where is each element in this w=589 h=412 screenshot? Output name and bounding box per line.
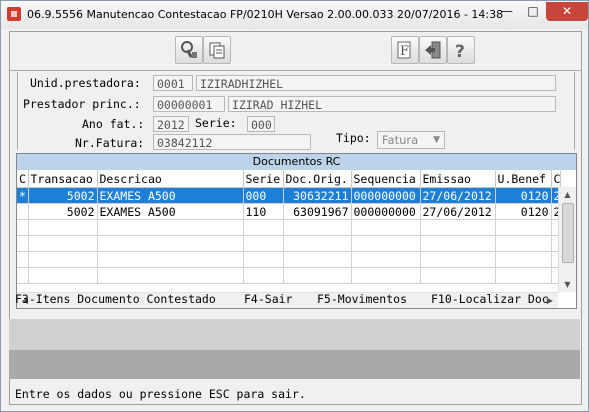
table-cell: EXAMES A500 xyxy=(97,203,244,220)
column-header[interactable]: Serie xyxy=(243,170,284,188)
column-header[interactable]: C xyxy=(17,170,29,188)
window-title: 06.9.5556 Manutencao Contestacao FP/0210… xyxy=(27,8,504,21)
copy-document-icon xyxy=(209,42,225,59)
table-cell: 63091967 xyxy=(283,203,352,220)
title-bar[interactable]: 06.9.5556 Manutencao Contestacao FP/0210… xyxy=(1,1,588,29)
column-header[interactable]: Transacao xyxy=(28,170,98,188)
f4-exit-button[interactable]: F4-Sair xyxy=(244,292,292,306)
column-header[interactable]: Doc.Orig. xyxy=(283,170,352,188)
table-cell: 30632211 xyxy=(283,187,352,204)
table-cell: * xyxy=(17,187,29,204)
column-header[interactable]: C xyxy=(551,170,562,188)
f-document-icon: F xyxy=(397,41,411,59)
nr-fatura-field[interactable]: 03842112 xyxy=(153,134,311,150)
chevron-down-icon: ▼ xyxy=(433,135,440,145)
prestador-princ-label: Prestador princ.: xyxy=(23,97,141,111)
f-document-button[interactable]: F xyxy=(391,36,419,64)
table-row[interactable]: * 5002 EXAMES A500 000 30632211 00000000… xyxy=(17,187,562,204)
table-row[interactable]: 5002 EXAMES A500 110 63091967 000000000 … xyxy=(17,203,562,220)
table-cell: 110 xyxy=(243,203,284,220)
grid-header-row: C Transacao Descricao Serie Doc.Orig. Se… xyxy=(17,170,562,188)
ano-fat-field[interactable]: 2012 xyxy=(153,116,189,132)
toolbar-separator xyxy=(10,70,581,71)
grid-title: Documentos RC xyxy=(17,154,576,170)
maximize-button[interactable]: □ xyxy=(520,2,546,21)
search-key-icon xyxy=(181,41,197,58)
table-cell: 27/06/2012 xyxy=(420,187,496,204)
close-button[interactable]: ✕ xyxy=(546,2,588,21)
message-area xyxy=(9,319,580,379)
application-window: 06.9.5556 Manutencao Contestacao FP/0210… xyxy=(0,0,589,412)
unid-prestadora-code-field[interactable]: 0001 xyxy=(153,75,193,91)
help-question-icon: ? xyxy=(455,42,465,60)
exit-door-button[interactable] xyxy=(419,36,447,64)
prestador-princ-code-field[interactable]: 00000001 xyxy=(153,96,225,112)
unid-prestadora-label: Unid.prestadora: xyxy=(30,76,141,90)
vertical-scrollbar[interactable]: ▲ ▼ xyxy=(558,187,576,292)
empty-row xyxy=(17,235,562,252)
empty-row xyxy=(17,219,562,236)
column-header[interactable]: U.Benef xyxy=(495,170,552,188)
column-header[interactable]: Descricao xyxy=(97,170,244,188)
table-cell: 27/06/2012 xyxy=(420,203,496,220)
table-cell: 0120 xyxy=(495,203,552,220)
help-button[interactable]: ? xyxy=(447,36,475,64)
copy-document-button[interactable] xyxy=(203,36,231,64)
table-cell: 0120 xyxy=(495,187,552,204)
ano-fat-label: Ano fat.: xyxy=(82,117,145,131)
table-cell: 5002 xyxy=(28,203,98,220)
table-cell: 5002 xyxy=(28,187,98,204)
column-header[interactable]: Emissao xyxy=(420,170,496,188)
svg-text:F: F xyxy=(400,44,409,59)
scroll-up-icon[interactable]: ▲ xyxy=(559,187,576,202)
table-cell: 000 xyxy=(243,187,284,204)
vertical-scroll-thumb[interactable] xyxy=(562,203,574,263)
status-message: Entre os dados ou pressione ESC para sai… xyxy=(15,387,306,401)
table-cell: 000000000 xyxy=(351,187,421,204)
empty-row xyxy=(17,267,562,284)
tipo-label: Tipo: xyxy=(336,131,371,145)
tipo-selected-value: Fatura xyxy=(382,133,419,147)
table-cell: EXAMES A500 xyxy=(97,187,244,204)
f10-find-doc-button[interactable]: F10-Localizar Doc xyxy=(431,292,549,306)
app-icon xyxy=(7,7,21,21)
documents-table: C Transacao Descricao Serie Doc.Orig. Se… xyxy=(17,170,562,284)
serie-label: Serie: xyxy=(195,116,237,130)
serie-field[interactable]: 000 xyxy=(247,116,275,132)
exit-door-icon xyxy=(425,41,441,59)
documents-grid: Documentos RC C Transacao Descricao Seri… xyxy=(16,153,577,309)
message-band xyxy=(9,350,580,379)
unid-prestadora-name-field[interactable]: IZIRADHIZHEL xyxy=(196,75,556,91)
table-cell xyxy=(17,203,29,220)
table-cell: 000000000 xyxy=(351,203,421,220)
search-key-button[interactable] xyxy=(175,36,203,64)
nr-fatura-label: Nr.Fatura: xyxy=(75,136,145,150)
tipo-select[interactable]: Fatura ▼ xyxy=(377,131,445,149)
empty-row xyxy=(17,251,562,268)
f3-items-button[interactable]: F3-Itens Documento Contestado xyxy=(15,292,216,306)
f5-movements-button[interactable]: F5-Movimentos xyxy=(317,292,407,306)
header-form: Unid.prestadora: 0001 IZIRADHIZHEL Prest… xyxy=(17,72,575,150)
scroll-down-icon[interactable]: ▼ xyxy=(559,277,576,292)
prestador-princ-name-field[interactable]: IZIRAD HIZHEL xyxy=(228,96,556,112)
column-header[interactable]: Sequencia xyxy=(351,170,421,188)
svg-text:?: ? xyxy=(455,42,465,60)
minimize-button[interactable]: — xyxy=(494,2,520,21)
